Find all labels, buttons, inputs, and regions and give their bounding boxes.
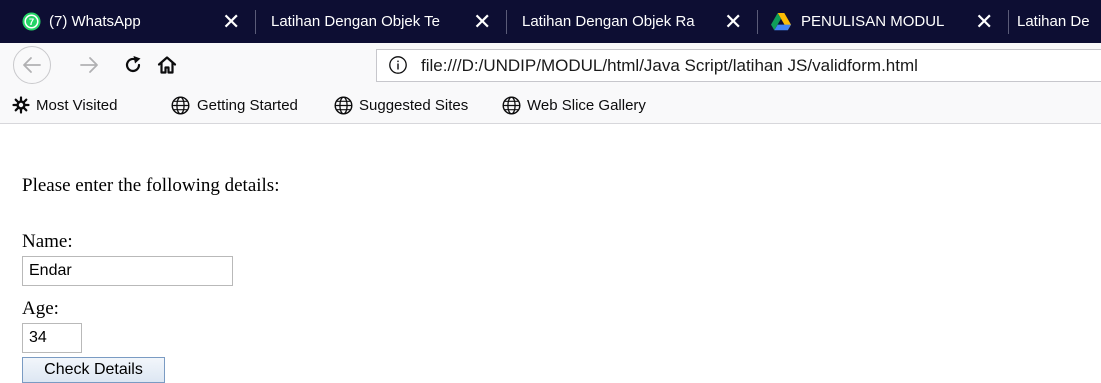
info-icon[interactable] [388,55,408,75]
name-label: Name: [22,231,73,252]
svg-text:7: 7 [29,17,34,28]
navigation-toolbar: file:///D:/UNDIP/MODUL/html/Java Script/… [0,43,1101,88]
check-details-button[interactable]: Check Details [22,357,165,383]
tab-title: Latihan Dengan Objek Ra [522,13,695,30]
home-button[interactable] [151,49,183,81]
tab-latihan-objek-te[interactable]: Latihan Dengan Objek Te ✕ [256,0,506,43]
url-text: file:///D:/UNDIP/MODUL/html/Java Script/… [421,56,918,75]
close-tab-icon[interactable]: ✕ [222,0,240,43]
home-icon [157,56,177,74]
page-content: Please enter the following details: Name… [0,124,1101,383]
bookmark-most-visited[interactable]: Most Visited [12,88,157,123]
tab-title: PENULISAN MODUL [801,13,945,30]
tab-title: Latihan Dengan Objek Te [271,13,441,30]
forward-arrow-icon [80,57,98,73]
whatsapp-icon: 7 [22,12,41,31]
tab-title: Latihan De [1017,13,1090,30]
bookmark-getting-started[interactable]: Getting Started [171,88,321,123]
bookmark-label: Web Slice Gallery [527,97,646,114]
tab-penulisan-modul[interactable]: PENULISAN MODUL ✕ [758,0,1008,43]
bookmark-label: Most Visited [36,97,118,114]
age-label: Age: [22,298,59,319]
tab-latihan-de[interactable]: Latihan De [1009,0,1101,43]
globe-icon [171,96,190,115]
back-arrow-icon [23,57,41,73]
age-input[interactable] [22,323,82,353]
close-tab-icon[interactable]: ✕ [975,0,993,43]
gear-icon [12,96,30,114]
name-input[interactable] [22,256,233,286]
bookmarks-toolbar: Most Visited Getting Started Suggested S… [0,88,1101,124]
bookmark-suggested-sites[interactable]: Suggested Sites [334,88,489,123]
tab-whatsapp[interactable]: 7 (7) WhatsApp ✕ [0,0,255,43]
reload-button[interactable] [117,49,149,81]
forward-button[interactable] [73,49,105,81]
globe-icon [502,96,521,115]
reload-icon [125,56,141,73]
bookmark-web-slice-gallery[interactable]: Web Slice Gallery [502,88,672,123]
close-tab-icon[interactable]: ✕ [473,0,491,43]
globe-icon [334,96,353,115]
tab-title: (7) WhatsApp [49,13,141,30]
bookmark-label: Suggested Sites [359,97,469,114]
back-button[interactable] [13,46,51,84]
address-bar[interactable]: file:///D:/UNDIP/MODUL/html/Java Script/… [376,49,1101,82]
tab-latihan-objek-ra[interactable]: Latihan Dengan Objek Ra ✕ [507,0,757,43]
google-drive-icon [771,13,791,31]
close-tab-icon[interactable]: ✕ [724,0,742,43]
bookmark-label: Getting Started [197,97,298,114]
intro-text: Please enter the following details: [22,175,280,196]
tab-strip: 7 (7) WhatsApp ✕ Latihan Dengan Objek Te… [0,0,1101,43]
